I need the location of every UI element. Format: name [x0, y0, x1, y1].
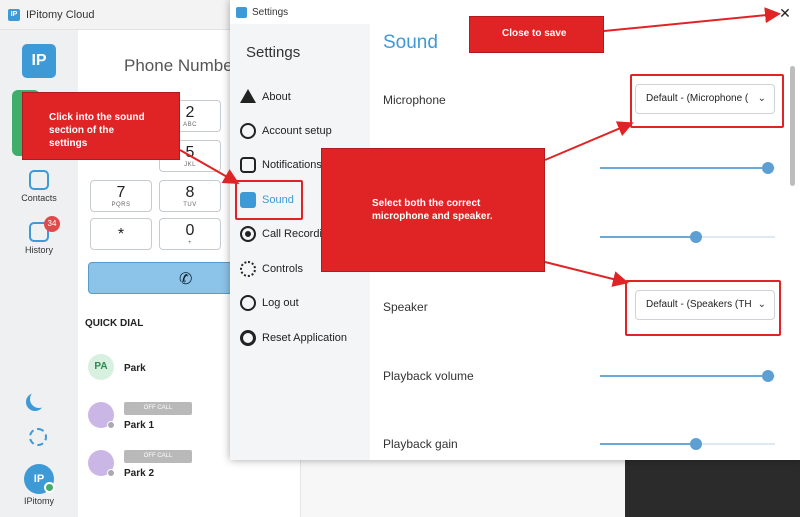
annotation-text: microphone and speaker.	[372, 211, 493, 222]
quick-dial-title: QUICK DIAL	[85, 318, 144, 329]
history-count-badge: 34	[44, 216, 60, 232]
triangle-alert-icon	[240, 89, 256, 103]
online-status-dot	[44, 482, 55, 493]
brand-logo: IP	[22, 44, 56, 78]
slider-fill	[600, 443, 696, 445]
playback-gain-label: Playback gain	[383, 437, 458, 451]
settings-gear-icon[interactable]	[29, 428, 47, 446]
speaker-label: Speaker	[383, 300, 428, 314]
slider-fill	[600, 167, 768, 169]
off-call-badge: OFF CALL	[124, 450, 192, 463]
user-name: IPitomy	[23, 496, 54, 506]
microphone-label: Microphone	[383, 93, 446, 107]
settings-nav-label: Controls	[262, 263, 303, 275]
quick-dial-name[interactable]: Park 2	[124, 468, 154, 479]
microphone-volume-slider[interactable]	[600, 161, 775, 175]
phone-number-label: Phone Numbe	[124, 56, 233, 75]
nav-contacts[interactable]: Contacts	[14, 170, 64, 203]
annotation-text: section of the	[49, 125, 115, 136]
settings-app-icon	[236, 7, 247, 18]
settings-nav-label: Account setup	[262, 125, 332, 137]
power-icon	[240, 295, 256, 311]
settings-sidebar-title: Settings	[246, 44, 301, 61]
key-digit: 0	[185, 222, 195, 239]
slider-thumb[interactable]	[690, 231, 702, 243]
playback-gain-slider[interactable]	[600, 437, 775, 451]
settings-nav-label: Notifications	[262, 159, 322, 171]
slider-fill	[600, 375, 768, 377]
slider-thumb[interactable]	[762, 162, 774, 174]
settings-nav-about[interactable]: About	[240, 85, 370, 111]
key-digit: *	[117, 226, 125, 243]
slider-fill	[600, 236, 696, 238]
slider-thumb[interactable]	[690, 438, 702, 450]
quick-dial-name[interactable]: Park 1	[124, 420, 154, 431]
settings-nav-reset-application[interactable]: Reset Application	[240, 326, 370, 352]
sound-section-note: Click into the sound section of the sett…	[22, 92, 180, 160]
controls-icon	[240, 261, 256, 277]
app-logo-icon: IP	[8, 9, 20, 21]
settings-nav-log-out[interactable]: Log out	[240, 291, 370, 317]
dark-mode-moon-icon[interactable]	[30, 390, 48, 408]
microphone-gain-slider[interactable]	[600, 230, 775, 244]
playback-volume-slider[interactable]	[600, 369, 775, 383]
phone-call-icon: ✆	[179, 271, 193, 288]
select-devices-note: Select both the correct microphone and s…	[321, 148, 545, 272]
settings-nav-label: Reset Application	[262, 332, 347, 344]
settings-nav-label: Log out	[262, 297, 299, 309]
key-letters: JKL	[184, 162, 196, 168]
annotation-text: Select both the correct	[372, 198, 481, 209]
settings-nav-label: About	[262, 91, 291, 103]
close-icon[interactable]: ✕	[774, 4, 796, 22]
annotation-text: settings	[49, 138, 88, 149]
sound-nav-highlight	[235, 180, 303, 220]
quick-dial-name[interactable]: Park	[124, 363, 146, 374]
settings-window-title: Settings	[252, 7, 289, 18]
off-call-badge: OFF CALL	[124, 402, 192, 415]
record-icon	[240, 226, 256, 242]
presence-dot	[107, 469, 115, 477]
key-letters: +	[187, 240, 192, 246]
settings-nav-account-setup[interactable]: Account setup	[240, 119, 370, 145]
notification-icon	[240, 157, 256, 173]
quick-dial-avatar: PA	[88, 354, 114, 380]
lifebuoy-icon	[240, 330, 256, 346]
user-icon	[240, 123, 256, 139]
key-digit: 7	[116, 184, 126, 201]
key-digit: 8	[185, 184, 195, 201]
nav-contacts-label: Contacts	[21, 193, 57, 203]
keypad-key-7[interactable]: 7 PQRS	[90, 180, 152, 212]
presence-dot	[107, 421, 115, 429]
sound-heading: Sound	[383, 32, 438, 53]
nav-history-label: History	[24, 245, 53, 255]
key-letters: TUV	[183, 202, 197, 208]
contacts-icon	[29, 170, 49, 190]
microphone-select-highlight	[630, 74, 784, 128]
playback-volume-label: Playback volume	[383, 369, 474, 383]
keypad-key-0[interactable]: 0 +	[159, 218, 221, 250]
annotation-text: Close to save	[502, 28, 567, 39]
main-window-title: IPitomy Cloud	[26, 9, 95, 21]
annotation-text: Click into the sound	[49, 112, 145, 123]
close-to-save-note: Close to save	[469, 16, 604, 53]
keypad-key-8[interactable]: 8 TUV	[159, 180, 221, 212]
settings-scrollbar[interactable]	[790, 66, 795, 186]
speaker-select-highlight	[625, 280, 781, 336]
key-letters: PQRS	[111, 202, 131, 208]
keypad-key-star[interactable]: *	[90, 218, 152, 250]
slider-thumb[interactable]	[762, 370, 774, 382]
